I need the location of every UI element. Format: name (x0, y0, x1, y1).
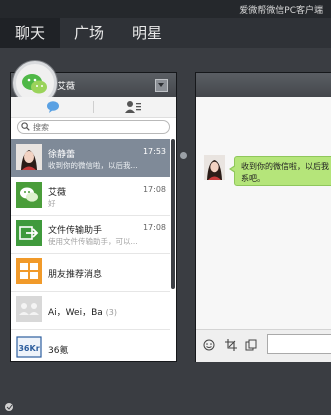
message-bubble[interactable]: 收到你的微信啦，以后我 系吧。 (229, 156, 331, 186)
chat-list: 徐静蕾 收到你的微信啦，以后我... 17:53 艾薇 好 17:08 文件传输… (11, 139, 176, 361)
chat-name: 朋友推荐消息 (48, 270, 103, 280)
avatar: 36Kr (16, 334, 42, 360)
top-nav: 聊天 广场 明星 (0, 18, 331, 48)
emoji-icon[interactable] (203, 339, 215, 351)
panel-drag-handle[interactable] (180, 152, 187, 159)
tab-divider (93, 101, 94, 113)
files-icon[interactable] (245, 339, 257, 351)
chat-name: 36氪 (48, 346, 69, 356)
chevron-down-icon[interactable] (155, 79, 168, 92)
app-title: 爱微帮微信PC客户端 (239, 6, 323, 16)
list-item[interactable]: 朋友推荐消息 (11, 253, 170, 292)
group-avatar-icon (16, 296, 42, 322)
status-icon[interactable] (4, 402, 14, 412)
avatar (16, 144, 42, 170)
chat-time: 17:08 (142, 185, 166, 194)
input-toolbar (196, 329, 331, 362)
contacts-icon[interactable] (125, 100, 141, 114)
search-icon (21, 122, 30, 131)
chat-name: 文件传输助手 (48, 226, 103, 236)
list-item[interactable]: Ai，Wei，Ba (3) (11, 291, 170, 330)
avatar (16, 182, 42, 208)
tab-square[interactable]: 广场 (60, 18, 118, 48)
chat-name: 徐静蕾 (48, 150, 76, 160)
friend-recommend-icon (16, 258, 42, 284)
avatar[interactable] (204, 155, 225, 180)
chat-bubble-icon[interactable] (45, 100, 61, 114)
profile-name: 艾薇 (57, 82, 76, 92)
list-item[interactable]: 徐静蕾 收到你的微信啦，以后我... 17:53 (11, 139, 170, 177)
conversation-panel: 收到你的微信啦，以后我 系吧。 (195, 72, 331, 362)
chat-time: 17:53 (142, 147, 166, 156)
search-input[interactable] (33, 121, 163, 133)
search-box[interactable] (17, 120, 170, 134)
list-item[interactable]: 36Kr 36氪 (11, 329, 170, 361)
avatar-36kr-text: 36Kr (18, 344, 39, 353)
message-line: 收到你的微信啦，以后我 (241, 162, 329, 171)
chat-name: Ai，Wei，Ba (3) (48, 308, 117, 318)
conversation-header (196, 73, 331, 97)
chat-preview: 收到你的微信啦，以后我... (48, 161, 138, 170)
chat-time: 17:08 (142, 223, 166, 232)
tab-stars[interactable]: 明星 (118, 18, 176, 48)
list-item[interactable]: 文件传输助手 使用文件传输助手，可以... 17:08 (11, 215, 170, 254)
member-count: (3) (105, 308, 117, 317)
chat-list-panel: 艾薇 徐静蕾 收到你的微信啦，以后我... 17:53 (10, 61, 177, 362)
chat-name: 艾薇 (48, 188, 67, 198)
title-bar: 爱微帮微信PC客户端 (0, 0, 331, 18)
screenshot-icon[interactable] (225, 339, 237, 351)
chat-preview: 使用文件传输助手，可以... (48, 237, 138, 246)
tab-chat[interactable]: 聊天 (0, 18, 60, 48)
message-input[interactable] (267, 334, 331, 354)
file-transfer-icon (16, 220, 42, 246)
list-scrollbar[interactable] (171, 139, 175, 289)
chat-preview: 好 (48, 199, 56, 208)
list-tab-strip (11, 97, 176, 118)
list-item[interactable]: 艾薇 好 17:08 (11, 177, 170, 216)
message-line: 系吧。 (241, 174, 265, 183)
